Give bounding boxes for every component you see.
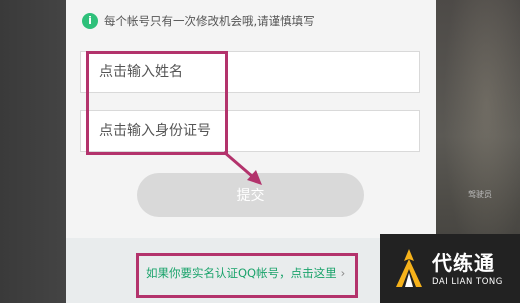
watermark: 代练通 DAI LIAN TONG	[380, 234, 520, 303]
watermark-name-cn: 代练通	[432, 250, 495, 275]
watermark-name-en: DAI LIAN TONG	[432, 276, 503, 287]
watermark-logo-icon	[396, 248, 422, 287]
